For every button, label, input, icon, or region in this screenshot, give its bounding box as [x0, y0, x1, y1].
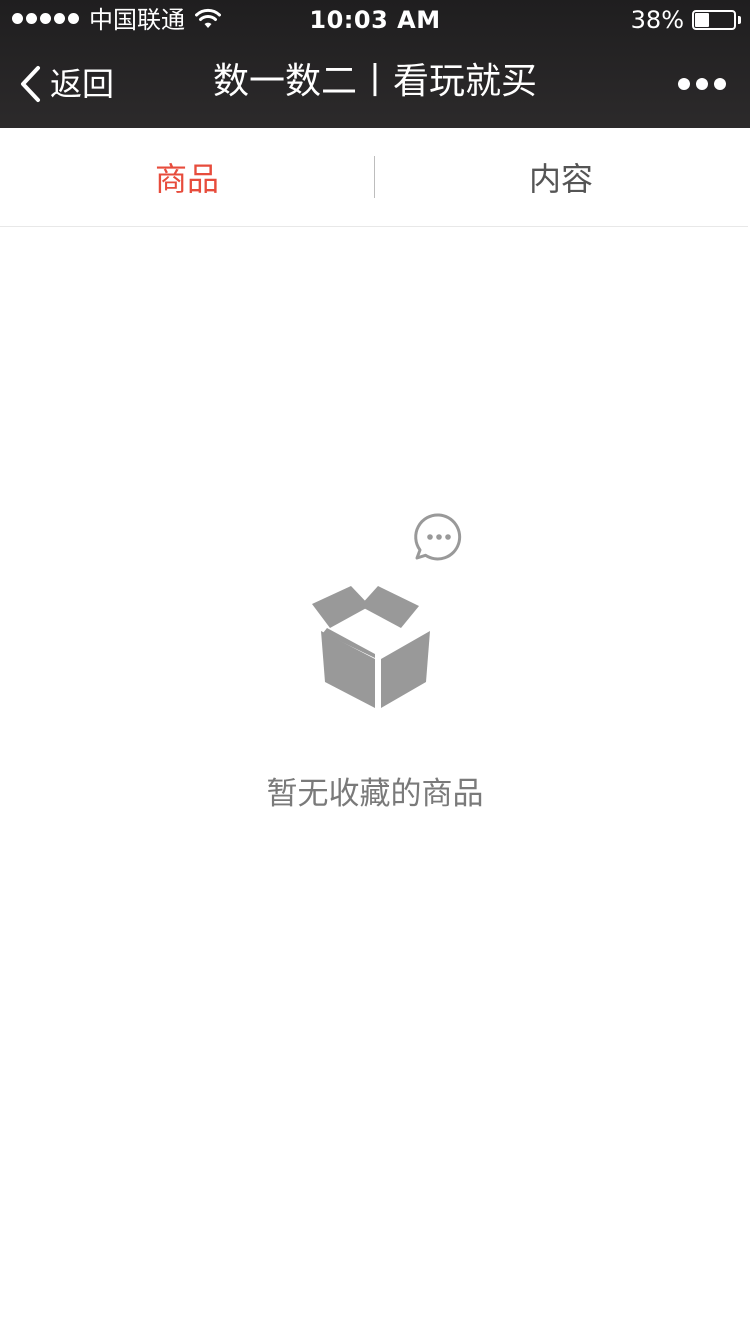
chevron-left-icon [21, 66, 40, 102]
tab-content[interactable]: 内容 [374, 128, 748, 226]
battery-percent: 38% [630, 6, 684, 34]
back-label: 返回 [50, 65, 115, 103]
tab-content-label: 内容 [528, 160, 593, 198]
empty-illustration [312, 513, 462, 708]
screen: 中国联通 10:03 AM 38% 返回 数一数二丨看玩就买 商品 内容 暂无收… [0, 0, 750, 1334]
open-box-icon [312, 586, 430, 708]
battery-icon [692, 10, 741, 30]
tab-products-label: 商品 [154, 160, 219, 198]
tab-bar: 商品 内容 [0, 128, 748, 227]
tab-divider [374, 156, 375, 198]
page-title: 数一数二丨看玩就买 [212, 61, 537, 102]
top-bar: 中国联通 10:03 AM 38% 返回 数一数二丨看玩就买 [0, 0, 750, 128]
tab-products[interactable]: 商品 [0, 128, 374, 226]
more-dots-icon[interactable] [678, 74, 726, 94]
back-button[interactable]: 返回 [18, 62, 114, 106]
chat-bubble-icon [414, 513, 462, 561]
status-bar: 中国联通 10:03 AM 38% [0, 0, 750, 40]
navigation-bar: 返回 数一数二丨看玩就买 [0, 40, 750, 128]
empty-message: 暂无收藏的商品 [266, 776, 484, 812]
empty-state: 暂无收藏的商品 [0, 226, 750, 1334]
